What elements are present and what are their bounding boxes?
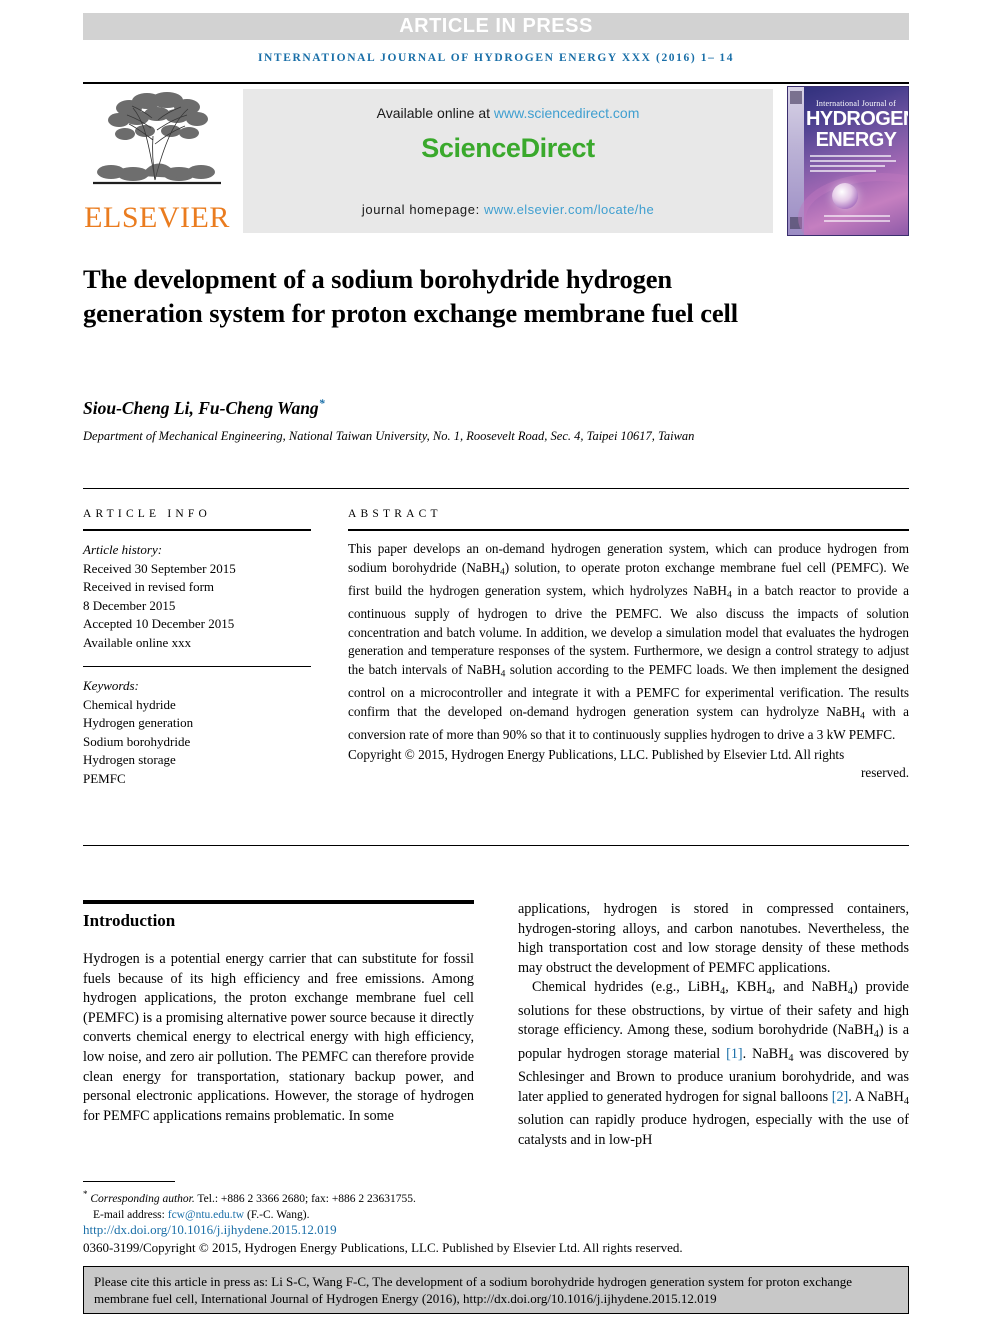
keywords-label: Keywords: bbox=[83, 678, 139, 693]
footnote-email-label: E-mail address: bbox=[93, 1208, 168, 1221]
article-info-heading: ARTICLE INFO bbox=[83, 508, 211, 520]
ch-seg-c: , and NaBH bbox=[771, 979, 848, 996]
abstract-text: This paper develops an on-demand hydroge… bbox=[348, 540, 909, 745]
section-title-introduction: Introduction bbox=[83, 911, 176, 930]
reference-link-2[interactable]: [2] bbox=[832, 1089, 849, 1105]
abstract-copyright-last: reserved. bbox=[861, 765, 909, 781]
journal-homepage-line: journal homepage: www.elsevier.com/locat… bbox=[243, 202, 773, 217]
cover-title-main: HYDROGEN ENERGY bbox=[806, 108, 909, 151]
elsevier-tree-icon bbox=[93, 92, 221, 185]
journal-cover-thumbnail: International Journal of HYDROGEN ENERGY bbox=[787, 86, 909, 236]
cover-title-line3: ENERGY bbox=[815, 129, 897, 151]
abstract-column: ABSTRACT This paper develops an on-deman… bbox=[348, 508, 909, 783]
article-history-item: Received in revised form bbox=[83, 579, 215, 594]
article-title: The development of a sodium borohydride … bbox=[83, 264, 739, 328]
cover-editor-lines bbox=[810, 155, 904, 181]
journal-homepage-link[interactable]: www.elsevier.com/locate/he bbox=[484, 202, 654, 217]
introduction-rule bbox=[83, 900, 474, 904]
keyword-item: Chemical hydride bbox=[83, 696, 176, 712]
elsevier-wordmark: ELSEVIER bbox=[84, 201, 230, 234]
footnote-rule bbox=[83, 1181, 175, 1182]
corresponding-author-footnote: * Corresponding author. Tel.: +886 2 336… bbox=[83, 1186, 643, 1223]
available-online-prefix: Available online at bbox=[376, 105, 494, 121]
citation-text: Please cite this article in press as: Li… bbox=[94, 1274, 853, 1306]
introduction-paragraph-continued: applications, hydrogen is stored in comp… bbox=[518, 901, 909, 976]
journal-running-head: INTERNATIONAL JOURNAL OF HYDROGEN ENERGY… bbox=[257, 52, 735, 64]
article-history-item: Available online xxx bbox=[83, 634, 192, 650]
keyword-item: Hydrogen generation bbox=[83, 715, 194, 730]
citation-box: Please cite this article in press as: Li… bbox=[83, 1266, 909, 1314]
sciencedirect-logo-part2: Direct bbox=[520, 133, 596, 163]
keywords-rule bbox=[83, 666, 311, 667]
article-history-block: Article history: Received 30 September 2… bbox=[83, 541, 311, 652]
abstract-heading: ABSTRACT bbox=[348, 508, 442, 520]
cover-title-line1: International Journal of bbox=[816, 99, 896, 108]
abstract-copyright: Copyright © 2015, Hydrogen Energy Public… bbox=[348, 746, 909, 783]
ch-seg-f: . NaBH bbox=[742, 1045, 789, 1062]
ch-subscript: 4 bbox=[903, 1095, 909, 1107]
ch-seg-h: . A NaBH bbox=[848, 1088, 904, 1105]
footnote-email-link[interactable]: fcw@ntu.edu.tw bbox=[168, 1209, 244, 1221]
keyword-item: Sodium borohydride bbox=[83, 733, 191, 749]
sciencedirect-logo: ScienceDirect bbox=[243, 133, 773, 164]
article-history-item: 8 December 2015 bbox=[83, 597, 176, 613]
body-column-left: Introduction Hydrogen is a potential ene… bbox=[83, 900, 474, 1126]
keyword-item: PEMFC bbox=[83, 770, 126, 786]
author-list: Siou-Cheng Li, Fu-Cheng Wang* bbox=[83, 396, 783, 419]
footnote-star-marker: * bbox=[83, 1189, 88, 1199]
article-history-item: Received 30 September 2015 bbox=[83, 560, 236, 576]
author-names: Siou-Cheng Li, Fu-Cheng Wang bbox=[83, 397, 319, 418]
abstract-copyright-text: Copyright © 2015, Hydrogen Energy Public… bbox=[348, 746, 845, 762]
sciencedirect-logo-part1: Science bbox=[421, 133, 521, 163]
journal-homepage-label: journal homepage: bbox=[361, 202, 484, 217]
available-online-line: Available online at www.sciencedirect.co… bbox=[243, 105, 773, 121]
ch-seg-i: solution can rapidly produce hydrogen, e… bbox=[518, 1112, 909, 1148]
sciencedirect-band: Available online at www.sciencedirect.co… bbox=[243, 89, 773, 233]
cover-title-line2: HYDROGEN bbox=[806, 108, 909, 130]
keywords-block: Keywords: Chemical hydride Hydrogen gene… bbox=[83, 677, 311, 788]
footnote-line-1: * Corresponding author. Tel.: +886 2 336… bbox=[83, 1186, 643, 1207]
keyword-item: Hydrogen storage bbox=[83, 752, 176, 767]
chemical-hydrides-paragraph: Chemical hydrides (e.g., LiBH4, KBH4, an… bbox=[518, 978, 909, 1150]
article-page: ARTICLE IN PRESS INTERNATIONAL JOURNAL O… bbox=[0, 0, 992, 1323]
cover-elsevier-icon bbox=[790, 91, 802, 104]
abstract-rule bbox=[348, 529, 909, 531]
footnote-corresponding-label: Corresponding author. bbox=[90, 1192, 195, 1205]
footnote-corresponding-contact: Tel.: +886 2 3366 2680; fax: +886 2 2363… bbox=[194, 1192, 416, 1205]
header-divider bbox=[83, 82, 909, 84]
corresponding-author-marker: * bbox=[318, 396, 325, 410]
article-in-press-banner: ARTICLE IN PRESS bbox=[83, 13, 909, 40]
footnote-line-2: E-mail address: fcw@ntu.edu.tw (F.-C. Wa… bbox=[83, 1207, 643, 1223]
reference-link-1[interactable]: [1] bbox=[726, 1046, 743, 1062]
doi-link[interactable]: http://dx.doi.org/10.1016/j.ijhydene.201… bbox=[83, 1222, 337, 1238]
info-section-divider bbox=[83, 488, 909, 489]
footnote-email-owner: (F.-C. Wang). bbox=[244, 1208, 310, 1221]
article-history-label: Article history: bbox=[83, 542, 163, 557]
ch-seg-b: , KBH bbox=[725, 979, 767, 996]
article-info-column: ARTICLE INFO Article history: Received 3… bbox=[83, 508, 311, 788]
issn-copyright-line: 0360-3199/Copyright © 2015, Hydrogen Ene… bbox=[83, 1240, 683, 1255]
cover-footer-lines bbox=[810, 215, 904, 227]
ch-seg-a: Chemical hydrides (e.g., LiBH bbox=[532, 979, 721, 996]
cover-orb-graphic bbox=[832, 183, 858, 209]
article-info-rule bbox=[83, 529, 311, 531]
body-section-divider bbox=[83, 845, 909, 846]
introduction-paragraph: Hydrogen is a potential energy carrier t… bbox=[83, 951, 474, 1124]
author-affiliation: Department of Mechanical Engineering, Na… bbox=[83, 429, 695, 443]
journal-header-block: ELSEVIER Available online at www.science… bbox=[83, 86, 909, 236]
article-history-item: Accepted 10 December 2015 bbox=[83, 616, 235, 631]
elsevier-logo: ELSEVIER bbox=[83, 86, 231, 236]
sciencedirect-link[interactable]: www.sciencedirect.com bbox=[494, 105, 640, 121]
body-column-right: applications, hydrogen is stored in comp… bbox=[518, 900, 909, 1151]
